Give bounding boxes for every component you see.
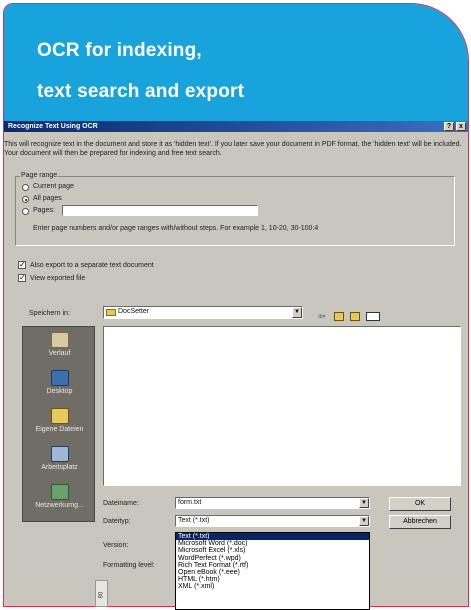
dialog-title-bar: Recognize Text Using OCR ? x: [4, 121, 468, 132]
cancel-button[interactable]: Abbrechen: [389, 515, 451, 529]
close-button[interactable]: x: [456, 122, 466, 131]
places-label: Desktop: [46, 388, 73, 395]
current-page-radio[interactable]: [22, 184, 29, 191]
view-exported-checkbox[interactable]: ✓: [18, 274, 26, 282]
all-pages-radio[interactable]: [22, 196, 29, 203]
filename-input[interactable]: form.txt ▼: [175, 497, 370, 509]
filetype-value: Text (*.txt): [178, 517, 210, 524]
ok-button[interactable]: OK: [389, 497, 451, 511]
filetype-option[interactable]: Rich Text Format (*.rtf): [176, 562, 369, 569]
hero-title-line-2: text search and export: [37, 81, 245, 102]
pages-input[interactable]: [62, 205, 258, 216]
pages-radio[interactable]: [22, 208, 29, 215]
network-icon: [50, 484, 69, 500]
places-item-my-documents[interactable]: Eigene Dateien: [23, 408, 96, 433]
my-documents-icon: [50, 408, 69, 424]
filetype-option[interactable]: Microsoft Excel (*.xls): [176, 547, 369, 554]
help-button[interactable]: ?: [444, 122, 454, 131]
hero-banner: OCR for indexing, text search and export: [4, 4, 468, 121]
page-range-label: Page range: [20, 172, 59, 179]
filetype-option[interactable]: Microsoft Word (*.doc): [176, 540, 369, 547]
filetype-option[interactable]: XML (*.xml): [176, 583, 369, 590]
bottom-tab: 80: [95, 580, 108, 607]
all-pages-label: All pages: [33, 195, 62, 202]
desktop-icon: [50, 370, 69, 386]
folder-icon: [106, 309, 116, 316]
places-label: Verlauf: [48, 350, 71, 357]
dialog-description: This will recognize text in the document…: [4, 141, 462, 157]
page-range-hint: Enter page numbers and/or page ranges wi…: [33, 225, 319, 232]
current-page-label: Current page: [33, 183, 74, 190]
view-menu-icon[interactable]: [366, 312, 380, 321]
places-item-my-computer[interactable]: Arbeitsplatz: [23, 446, 96, 471]
also-export-checkbox[interactable]: ✓: [18, 261, 26, 269]
up-folder-icon[interactable]: [334, 312, 344, 321]
places-label: Arbeitsplatz: [41, 464, 78, 471]
my-computer-icon: [50, 446, 69, 462]
back-arrow-icon[interactable]: ⇦: [318, 312, 328, 321]
save-in-select[interactable]: DocSetter ▼: [103, 306, 303, 319]
chevron-down-icon[interactable]: ▼: [292, 307, 302, 318]
filetype-label: Dateityp:: [103, 518, 131, 525]
also-export-label: Also export to a separate text document: [30, 262, 154, 269]
hero-title-line-1: OCR for indexing,: [37, 40, 202, 61]
filetype-option[interactable]: Open eBook (*.eee): [176, 569, 369, 576]
chevron-down-icon[interactable]: ▼: [359, 516, 369, 526]
filetype-option[interactable]: WordPerfect (*.wpd): [176, 555, 369, 562]
places-label: Netzwerkumg...: [35, 502, 84, 509]
bottom-tab-label: 80: [98, 591, 105, 599]
pages-label: Pages:: [33, 207, 55, 214]
filename-value: form.txt: [178, 499, 202, 506]
chevron-down-icon[interactable]: ▼: [359, 498, 369, 508]
file-list[interactable]: [103, 326, 461, 486]
filetype-option[interactable]: Text (*.txt): [176, 533, 369, 541]
places-item-history[interactable]: Verlauf: [23, 332, 96, 357]
filetype-dropdown-list: Text (*.txt) Microsoft Word (*.doc) Micr…: [175, 532, 370, 610]
filetype-option[interactable]: HTML (*.htm): [176, 576, 369, 583]
history-icon: [50, 332, 69, 348]
version-label: Version:: [103, 542, 129, 549]
places-item-network[interactable]: Netzwerkumg...: [23, 484, 96, 509]
new-folder-icon[interactable]: [350, 312, 360, 321]
places-label: Eigene Dateien: [35, 426, 84, 433]
save-in-value: DocSetter: [118, 308, 150, 315]
places-item-desktop[interactable]: Desktop: [23, 370, 96, 395]
view-exported-label: View exported file: [30, 275, 86, 282]
filename-label: Dateiname:: [103, 500, 139, 507]
dialog-title: Recognize Text Using OCR: [8, 123, 98, 130]
save-in-label: Speichern in:: [29, 310, 70, 317]
filetype-select[interactable]: Text (*.txt) ▼: [175, 515, 370, 527]
places-bar: Verlauf Desktop Eigene Dateien Arbeitspl…: [22, 326, 95, 522]
formatting-level-label: Formatting level:: [103, 562, 155, 569]
